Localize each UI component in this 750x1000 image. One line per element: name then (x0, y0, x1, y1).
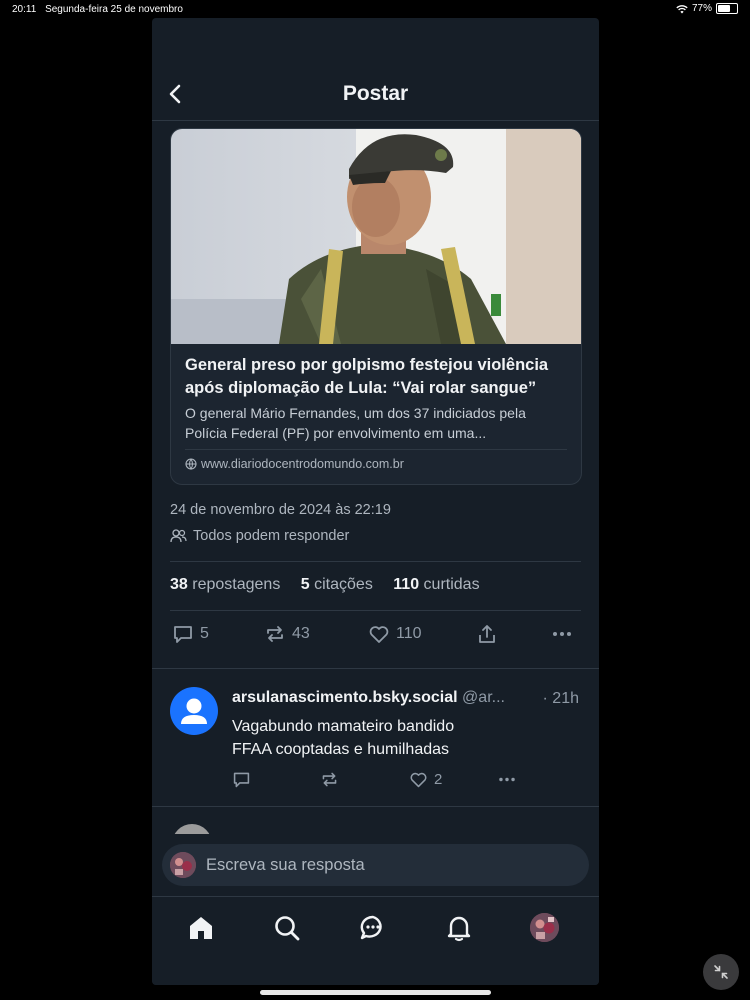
search-icon (275, 916, 300, 941)
quotes-label: citações (314, 576, 373, 593)
comment-icon (174, 626, 192, 643)
home-indicator[interactable] (260, 990, 491, 995)
divider (170, 561, 581, 562)
link-description: O general Mário Fernandes, um dos 37 ind… (185, 405, 526, 441)
likes-label: curtidas (423, 576, 480, 593)
repost-icon (267, 626, 283, 642)
bell-icon (447, 916, 471, 942)
card-divider (185, 449, 567, 450)
post-stats: 38 repostagens 5 citações 110 curtidas (170, 576, 496, 594)
reply-author[interactable]: arsulanascimento.bsky.social (232, 689, 458, 706)
heart-icon (369, 626, 389, 643)
post-actions: 5 43 110 (170, 623, 581, 655)
reposts-count: 38 (170, 576, 188, 593)
repost-icon (322, 772, 337, 787)
reply-permission: Todos podem responder (170, 528, 349, 544)
tab-chat[interactable] (358, 913, 388, 943)
share-icon (479, 625, 495, 643)
status-time: 20:11 (12, 4, 37, 15)
link-preview-card[interactable]: General preso por golpismo festejou viol… (170, 128, 582, 485)
share-button[interactable] (476, 623, 498, 645)
home-icon (190, 917, 212, 939)
default-avatar-icon (181, 698, 207, 724)
avatar[interactable] (170, 687, 218, 735)
link-preview-image (171, 129, 581, 344)
reply-handle: @ar... (462, 689, 505, 706)
status-date: Segunda-feira 25 de novembro (45, 4, 183, 15)
header: Postar (152, 18, 599, 121)
globe-icon (185, 458, 197, 470)
tab-home[interactable] (186, 913, 216, 943)
reply-text-line: Vagabundo mamateiro bandido (232, 718, 455, 735)
status-bar: 20:11 Segunda-feira 25 de novembro 77% (0, 0, 750, 18)
tab-notifications[interactable] (444, 913, 474, 943)
divider (152, 668, 599, 669)
reply-more-button[interactable] (496, 770, 518, 789)
like-button[interactable]: 110 (368, 623, 422, 645)
reply-like-count: 2 (434, 771, 443, 788)
repost-count: 43 (292, 625, 310, 642)
comment-icon (233, 772, 250, 788)
quotes-count: 5 (300, 576, 310, 593)
link-domain-text: www.diariodocentrodomundo.com.br (201, 457, 404, 471)
battery-percent: 77% (691, 3, 712, 14)
tab-search[interactable] (272, 913, 302, 943)
ellipsis-icon (553, 632, 571, 636)
reply-item[interactable]: arsulanascimento.bsky.social @ar... · 21… (152, 670, 599, 806)
link-domain: www.diariodocentrodomundo.com.br (185, 457, 404, 471)
profile-avatar (530, 913, 559, 942)
post-datetime: 24 de novembro de 2024 às 22:19 (170, 502, 391, 518)
collapse-arrows-icon (714, 965, 728, 979)
tab-profile-avatar[interactable] (530, 913, 559, 942)
quotes-stat[interactable]: 5 citações (301, 576, 373, 593)
reply-header: arsulanascimento.bsky.social @ar... (232, 689, 582, 707)
compose-bar: Escreva sua resposta (152, 834, 599, 896)
page-title: Postar (342, 82, 409, 105)
app-window: Postar General preso por golpismo festej… (152, 18, 599, 985)
tab-bar (152, 896, 599, 985)
reposts-label: repostagens (192, 576, 281, 593)
reply-repost-button[interactable] (320, 770, 339, 789)
divider (170, 610, 581, 611)
divider (152, 806, 599, 807)
likes-stat[interactable]: 110 curtidas (393, 576, 479, 593)
reply-time: · 21h (542, 690, 579, 707)
heart-icon (410, 772, 427, 788)
reply-input-placeholder: Escreva sua resposta (206, 855, 365, 874)
like-count: 110 (396, 625, 422, 642)
chat-icon (360, 915, 382, 940)
battery-icon (716, 3, 738, 14)
reply-input[interactable]: Escreva sua resposta (162, 844, 589, 886)
reply-reply-button[interactable] (232, 770, 251, 789)
reply-button[interactable]: 5 (172, 623, 209, 645)
link-title: General preso por golpismo festejou viol… (185, 356, 549, 397)
wifi-icon (676, 4, 688, 13)
reply-permission-text: Todos podem responder (193, 528, 350, 544)
ellipsis-icon (499, 777, 515, 782)
reposts-stat[interactable]: 38 repostagens (170, 576, 280, 593)
likes-count: 110 (393, 576, 420, 593)
reply-text-line: FFAA cooptadas e humilhadas (232, 741, 450, 758)
reply-count: 5 (200, 625, 209, 642)
reply-text: Vagabundo mamateiro bandido FFAA cooptad… (232, 715, 572, 761)
reply-actions: 2 (232, 770, 532, 792)
more-options-button[interactable] (550, 623, 574, 645)
my-avatar (170, 852, 196, 878)
people-icon (170, 529, 187, 543)
collapse-button[interactable] (703, 954, 739, 990)
repost-button[interactable]: 43 (264, 623, 310, 645)
reply-like-button[interactable]: 2 (409, 770, 442, 789)
